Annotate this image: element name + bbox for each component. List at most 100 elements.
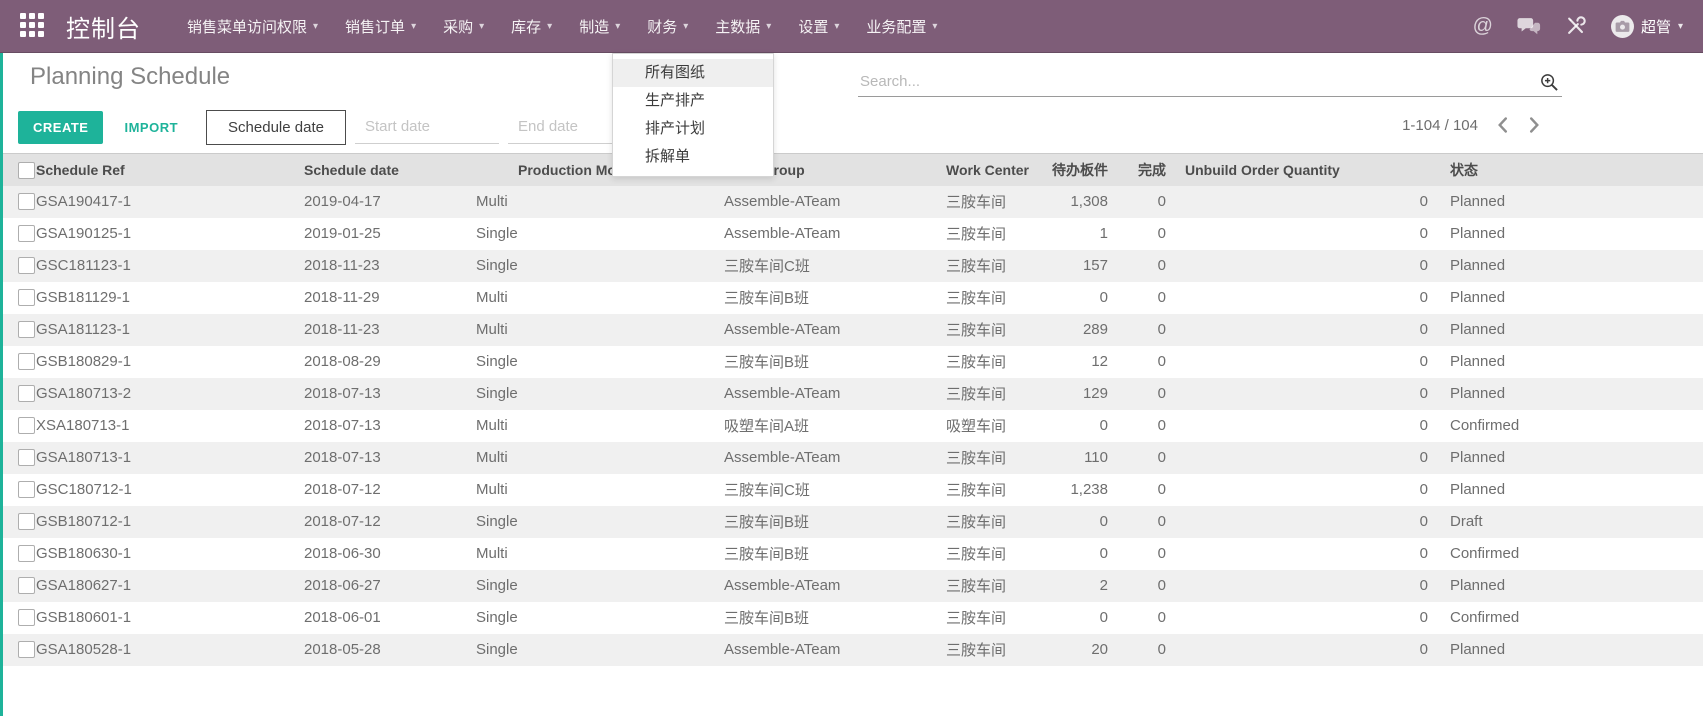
cell-schedule-ref: GSA180713-2 (36, 378, 298, 410)
column-header-1[interactable]: Schedule Ref (36, 154, 298, 186)
table-row[interactable]: GSB181129-12018-11-29Multi三胺车间B班三胺车间000P… (0, 282, 1703, 314)
apps-grid-icon[interactable] (20, 13, 46, 39)
dropdown-item-2[interactable]: 生产排产 (613, 87, 773, 115)
avatar-camera-icon (1615, 20, 1630, 33)
cell-schedule-date: 2018-08-29 (298, 346, 470, 378)
row-checkbox-cell (0, 378, 36, 410)
column-header-7[interactable]: 完成 (1114, 154, 1172, 186)
cell-schedule-date: 2018-11-29 (298, 282, 470, 314)
table-row[interactable]: XSA180713-12018-07-13Multi吸塑车间A班吸塑车间000C… (0, 410, 1703, 442)
topbar-menu-6[interactable]: 财务▾ (647, 16, 688, 37)
cell-unbuild-qty: 0 (1172, 538, 1434, 570)
table-row[interactable]: GSA190417-12019-04-17MultiAssemble-ATeam… (0, 186, 1703, 218)
cell-schedule-date: 2019-04-17 (298, 186, 470, 218)
table-row[interactable]: GSA180528-12018-05-28SingleAssemble-ATea… (0, 634, 1703, 666)
chevron-left-icon[interactable] (1495, 115, 1510, 135)
tools-icon[interactable] (1565, 15, 1587, 37)
column-header-5[interactable]: Work Center (940, 154, 1032, 186)
column-header-6[interactable]: 待办板件 (1032, 154, 1114, 186)
dropdown-item-1[interactable]: 所有图纸 (613, 59, 773, 87)
table-row[interactable]: GSC180712-12018-07-12Multi三胺车间C班三胺车间1,23… (0, 474, 1703, 506)
create-button[interactable]: CREATE (18, 111, 103, 144)
import-button[interactable]: IMPORT (118, 119, 184, 136)
cell-schedule-ref: GSC181123-1 (36, 250, 298, 282)
row-checkbox[interactable] (18, 577, 35, 594)
cell-work-group: 三胺车间B班 (718, 282, 940, 314)
topbar-menu-4[interactable]: 库存▾ (511, 16, 552, 37)
cell-unbuild-qty: 0 (1172, 314, 1434, 346)
topbar-menu-3[interactable]: 采购▾ (443, 16, 484, 37)
menu-label: 业务配置 (866, 16, 926, 37)
table-row[interactable]: GSA180713-12018-07-13MultiAssemble-ATeam… (0, 442, 1703, 474)
start-date-input[interactable] (355, 110, 499, 144)
cell-todo-panels: 1,308 (1032, 186, 1114, 218)
table-row[interactable]: GSA190125-12019-01-25SingleAssemble-ATea… (0, 218, 1703, 250)
cell-status: Planned (1434, 250, 1703, 282)
cell-done: 0 (1114, 218, 1172, 250)
table-row[interactable]: GSB180829-12018-08-29Single三胺车间B班三胺车间120… (0, 346, 1703, 378)
cell-work-group: Assemble-ATeam (718, 186, 940, 218)
cell-done: 0 (1114, 314, 1172, 346)
row-checkbox[interactable] (18, 481, 35, 498)
row-checkbox[interactable] (18, 257, 35, 274)
row-checkbox[interactable] (18, 513, 35, 530)
cell-work-group: Assemble-ATeam (718, 378, 940, 410)
topbar-menu-8[interactable]: 设置▾ (798, 16, 839, 37)
table-row[interactable]: GSB180630-12018-06-30Multi三胺车间B班三胺车间000C… (0, 538, 1703, 570)
cell-work-center: 三胺车间 (940, 250, 1032, 282)
cell-work-group: 三胺车间B班 (718, 538, 940, 570)
table-row[interactable]: GSA180713-22018-07-13SingleAssemble-ATea… (0, 378, 1703, 410)
row-checkbox[interactable] (18, 449, 35, 466)
row-checkbox[interactable] (18, 609, 35, 626)
app-title[interactable]: 控制台 (66, 9, 141, 44)
topbar-menu-1[interactable]: 销售菜单访问权限▾ (187, 16, 318, 37)
cell-done: 0 (1114, 570, 1172, 602)
topbar-menu-2[interactable]: 销售订单▾ (345, 16, 416, 37)
row-checkbox[interactable] (18, 545, 35, 562)
search-zoom-icon[interactable] (1538, 70, 1562, 94)
chat-icon[interactable] (1517, 15, 1541, 37)
topbar-menu-5[interactable]: 制造▾ (579, 16, 620, 37)
column-header-8[interactable]: Unbuild Order Quantity (1172, 154, 1434, 186)
column-header-2[interactable]: Schedule date (298, 154, 470, 186)
column-header-9[interactable]: 状态 (1434, 154, 1703, 186)
row-checkbox-cell (0, 218, 36, 250)
topbar-menu-7[interactable]: 主数据▾ (715, 16, 771, 37)
row-checkbox[interactable] (18, 289, 35, 306)
schedule-date-filter-button[interactable]: Schedule date (206, 110, 346, 145)
table-row[interactable]: GSB180712-12018-07-12Single三胺车间B班三胺车间000… (0, 506, 1703, 538)
at-icon[interactable]: @ (1473, 15, 1493, 38)
table-row[interactable]: GSA180627-12018-06-27SingleAssemble-ATea… (0, 570, 1703, 602)
planning-schedule-table: Schedule RefSchedule dateProduction Mode… (0, 153, 1703, 666)
table-row[interactable]: GSA181123-12018-11-23MultiAssemble-ATeam… (0, 314, 1703, 346)
table-row[interactable]: GSB180601-12018-06-01Single三胺车间B班三胺车间000… (0, 602, 1703, 634)
cell-schedule-ref: GSA190417-1 (36, 186, 298, 218)
user-menu[interactable]: 超管 ▾ (1611, 15, 1683, 38)
row-checkbox[interactable] (18, 417, 35, 434)
cell-production-mode: Single (470, 506, 718, 538)
row-checkbox[interactable] (18, 225, 35, 242)
search-input[interactable] (858, 72, 1538, 91)
dropdown-item-4[interactable]: 拆解单 (613, 143, 773, 171)
cell-work-group: 三胺车间B班 (718, 602, 940, 634)
row-checkbox[interactable] (18, 193, 35, 210)
manufacturing-dropdown-menu: 所有图纸生产排产排产计划拆解单 (612, 53, 774, 177)
topbar-menu-9[interactable]: 业务配置▾ (866, 16, 937, 37)
cell-production-mode: Single (470, 570, 718, 602)
select-all-checkbox[interactable] (18, 162, 35, 179)
row-checkbox-cell (0, 538, 36, 570)
row-checkbox[interactable] (18, 353, 35, 370)
chevron-right-icon[interactable] (1527, 115, 1542, 135)
cell-production-mode: Multi (470, 442, 718, 474)
cell-done: 0 (1114, 474, 1172, 506)
caret-down-icon: ▾ (683, 21, 688, 32)
cell-schedule-date: 2018-06-30 (298, 538, 470, 570)
dropdown-item-3[interactable]: 排产计划 (613, 115, 773, 143)
row-checkbox[interactable] (18, 385, 35, 402)
row-checkbox[interactable] (18, 641, 35, 658)
cell-schedule-ref: GSC180712-1 (36, 474, 298, 506)
row-checkbox[interactable] (18, 321, 35, 338)
pager: 1-104 / 104 (1402, 115, 1542, 135)
table-row[interactable]: GSC181123-12018-11-23Single三胺车间C班三胺车间157… (0, 250, 1703, 282)
cell-work-center: 三胺车间 (940, 282, 1032, 314)
